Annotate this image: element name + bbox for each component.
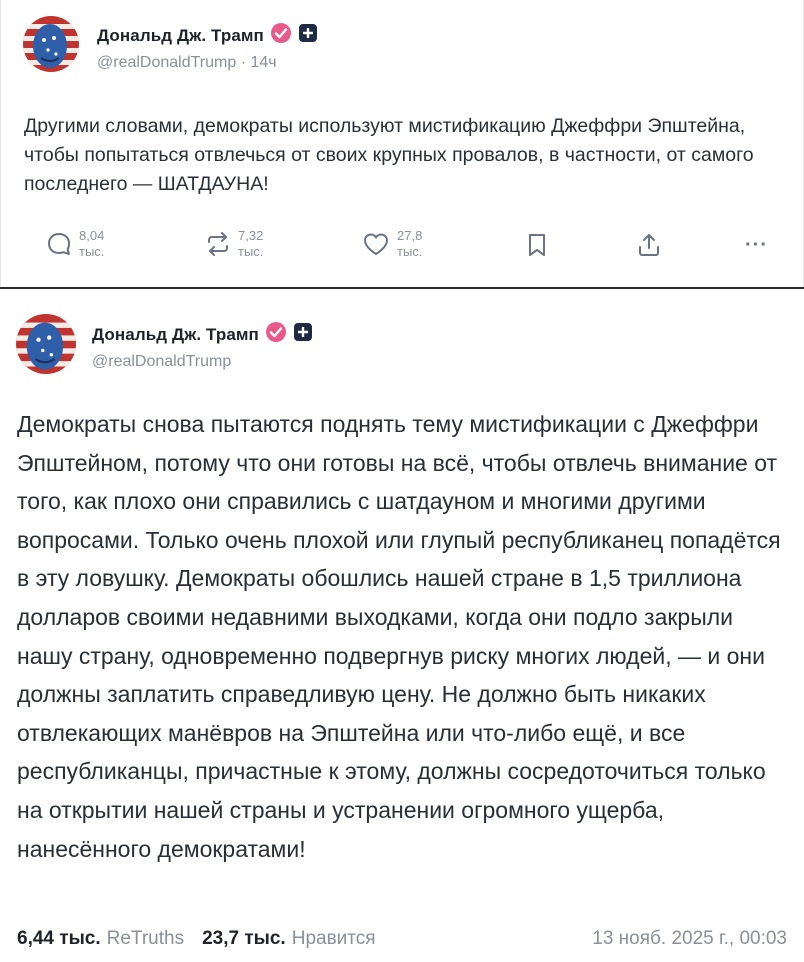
like-count: 27,8 bbox=[397, 228, 423, 243]
share-button[interactable] bbox=[635, 231, 663, 259]
reply-count-unit: тыс. bbox=[79, 244, 105, 259]
retruth-icon bbox=[208, 232, 228, 256]
likes-link[interactable]: Нравится bbox=[292, 928, 376, 950]
bookmark-icon bbox=[529, 234, 545, 256]
retruth-count-unit: тыс. bbox=[238, 244, 264, 259]
like-icon bbox=[364, 233, 388, 255]
reply-button[interactable]: 8,04 тыс. bbox=[45, 228, 104, 260]
like-button[interactable]: 27,8 тыс. bbox=[361, 228, 422, 260]
post-text: Демократы снова пытаются поднять тему ми… bbox=[17, 411, 781, 862]
author-name[interactable]: Дональд Дж. Трамп bbox=[92, 325, 259, 345]
plus-badge-icon bbox=[298, 23, 318, 48]
avatar[interactable] bbox=[23, 16, 79, 72]
reply-count: 8,04 bbox=[79, 228, 105, 243]
post-stats: 6,44 тыс. ReTruths 23,7 тыс. Нравится 13… bbox=[17, 926, 787, 952]
avatar[interactable] bbox=[16, 314, 76, 374]
retruths-link[interactable]: ReTruths bbox=[107, 928, 184, 950]
retruth-count: 7,32 bbox=[238, 228, 264, 243]
share-icon bbox=[639, 234, 659, 256]
verified-badge-icon bbox=[265, 321, 287, 348]
post-divider bbox=[0, 287, 804, 289]
more-button[interactable]: ··· bbox=[745, 234, 768, 257]
author-name[interactable]: Дональд Дж. Трамп bbox=[97, 26, 264, 46]
post-time[interactable]: 14ч bbox=[250, 54, 276, 71]
plus-badge-icon bbox=[293, 322, 313, 347]
post-datetime[interactable]: 13 нояб. 2025 г., 00:03 bbox=[592, 928, 787, 950]
action-bar: 8,04 тыс. 7,32 тыс. 27,8 тыс. ··· bbox=[1, 220, 804, 270]
separator-dot: · bbox=[236, 54, 251, 71]
retruth-button[interactable]: 7,32 тыс. bbox=[204, 228, 263, 260]
more-icon: ··· bbox=[745, 234, 768, 256]
post-1: Дональд Дж. Трамп @realDonaldTrump · 14ч… bbox=[0, 0, 804, 287]
post-2: Дональд Дж. Трамп @realDonaldTrump Демок… bbox=[0, 290, 804, 962]
post-text: Другими словами, демократы используют ми… bbox=[24, 115, 754, 195]
verified-badge-icon bbox=[270, 22, 292, 49]
likes-count: 23,7 тыс. bbox=[202, 928, 286, 949]
retruths-count: 6,44 тыс. bbox=[17, 928, 101, 949]
reply-icon bbox=[48, 233, 70, 255]
bookmark-button[interactable] bbox=[526, 232, 548, 258]
author-handle[interactable]: @realDonaldTrump bbox=[97, 54, 236, 71]
author-handle-row: @realDonaldTrump · 14ч bbox=[97, 54, 277, 72]
author-row: Дональд Дж. Трамп bbox=[92, 321, 313, 348]
like-count-unit: тыс. bbox=[397, 244, 423, 259]
author-handle[interactable]: @realDonaldTrump bbox=[92, 353, 231, 371]
author-row: Дональд Дж. Трамп bbox=[97, 22, 318, 49]
